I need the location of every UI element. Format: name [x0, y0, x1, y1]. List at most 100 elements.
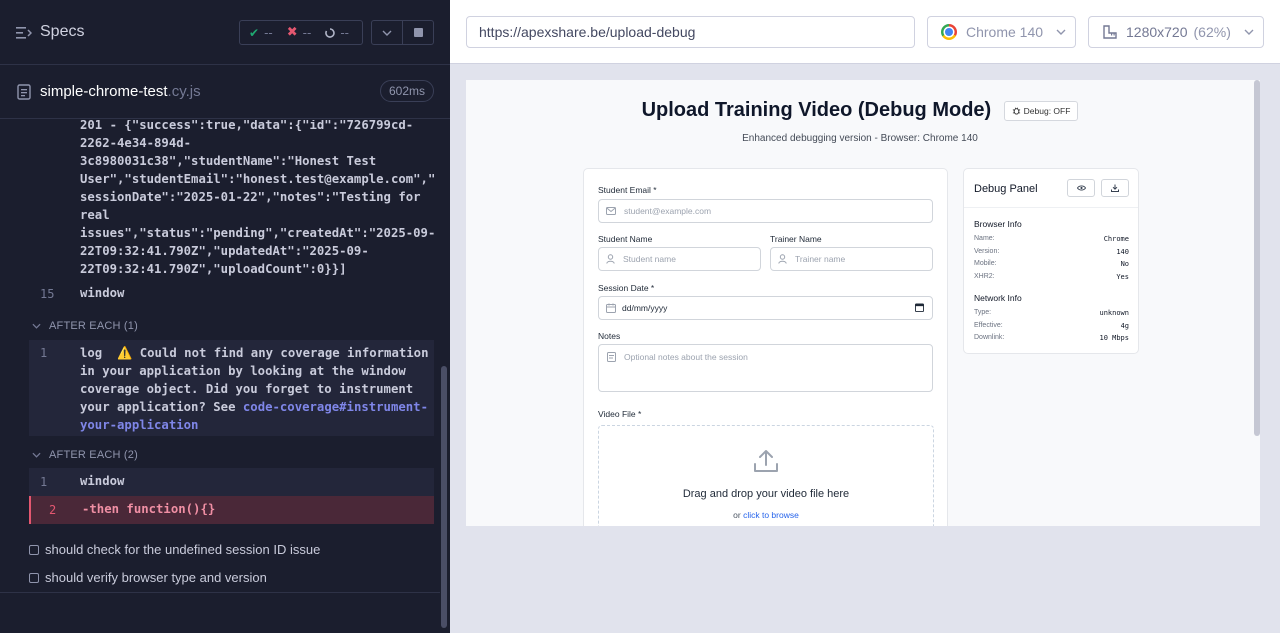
- command-row[interactable]: 1 log ⚠️ Could not find any coverage inf…: [29, 340, 434, 436]
- line-number: 15: [40, 287, 55, 301]
- output-line: 22T09:32:41.790Z","updatedAt":"2025-09-: [80, 244, 369, 258]
- ruler-icon: [1103, 25, 1117, 39]
- options-dropdown-button[interactable]: [371, 20, 403, 45]
- section-title: AFTER EACH (2): [49, 449, 138, 461]
- chevron-down-icon: [1056, 29, 1066, 35]
- debug-toggle-button[interactable]: Debug: OFF: [1003, 100, 1079, 121]
- calendar-icon: [606, 303, 616, 313]
- video-drop-zone[interactable]: Drag and drop your video file here or cl…: [598, 425, 934, 526]
- output-line: 2262-4e34-894d-: [80, 136, 192, 150]
- info-row: Version: 140: [974, 248, 1129, 256]
- eye-icon: [1076, 185, 1086, 191]
- section-title: AFTER EACH (1): [49, 320, 138, 332]
- spinner-icon: [325, 27, 336, 38]
- message-line: your application? See: [80, 400, 236, 414]
- viewport-selector[interactable]: 1280x720 (62%): [1088, 16, 1264, 48]
- info-row: Type: unknown: [974, 309, 1129, 317]
- response-output: 201 - {"success":true,"data":{"id":"7267…: [80, 120, 436, 278]
- file-icon: [17, 84, 31, 100]
- trainer-name-label: Trainer Name: [770, 234, 822, 244]
- info-row: XHR2: Yes: [974, 273, 1129, 281]
- output-line: 22T09:32:41.790Z","uploadCount":0}}]: [80, 262, 347, 276]
- debug-panel-header: Debug Panel: [964, 169, 1138, 208]
- mail-icon: [606, 207, 616, 215]
- after-each-2-header[interactable]: AFTER EACH (2): [29, 441, 434, 469]
- test-stats: ✔ -- ✖ -- --: [239, 20, 363, 45]
- email-placeholder: student@example.com: [624, 206, 712, 216]
- date-picker-icon[interactable]: [915, 302, 924, 314]
- chrome-icon: [941, 24, 957, 40]
- failed-count: --: [302, 25, 312, 40]
- user-icon: [606, 254, 615, 264]
- command-name: window: [80, 474, 125, 488]
- command-row[interactable]: 15 window: [29, 280, 434, 308]
- link-line: code-coverage#instrument-: [242, 400, 428, 414]
- aut-header: https://apexshare.be/upload-debug Chrome…: [450, 0, 1280, 64]
- zoom-level: (62%): [1193, 24, 1231, 40]
- specs-menu-icon[interactable]: [16, 26, 32, 40]
- student-name-field[interactable]: Student name: [598, 247, 761, 271]
- email-field[interactable]: student@example.com: [598, 199, 933, 223]
- command-name: -then function(){}: [82, 502, 216, 516]
- debug-panel: Debug Panel Browser Info Name: Chrome Vers…: [963, 168, 1139, 354]
- specs-header: Specs ✔ -- ✖ -- --: [0, 0, 450, 65]
- drop-zone-subtext: or click to browse: [599, 510, 933, 520]
- test-item[interactable]: should verify browser type and version: [29, 570, 267, 585]
- browser-selector[interactable]: Chrome 140: [927, 16, 1076, 48]
- message-line: Could not find any coverage information: [139, 346, 429, 360]
- test-item[interactable]: should check for the undefined session I…: [29, 542, 320, 557]
- viewport-size: 1280x720: [1126, 24, 1188, 40]
- stop-icon: [413, 28, 423, 37]
- or-text: or: [733, 510, 741, 520]
- notes-placeholder: Optional notes about the session: [624, 352, 748, 362]
- line-number: 1: [40, 475, 48, 489]
- passed-stat: ✔ --: [249, 26, 273, 40]
- session-date-label: Session Date *: [598, 283, 655, 293]
- url-bar[interactable]: https://apexshare.be/upload-debug: [466, 16, 915, 48]
- trainer-name-placeholder: Trainer name: [795, 254, 846, 264]
- download-logs-button[interactable]: [1101, 179, 1129, 197]
- spec-file-basename: simple-chrome-test: [40, 83, 168, 100]
- trainer-name-field[interactable]: Trainer name: [770, 247, 933, 271]
- check-icon: ✔: [249, 25, 260, 40]
- pending-stat: --: [325, 26, 349, 40]
- info-value: 140: [1116, 247, 1129, 256]
- info-key: Downlink:: [974, 334, 1005, 341]
- command-log-scrollbar[interactable]: [441, 366, 447, 628]
- info-key: Type:: [974, 309, 992, 316]
- toggle-visibility-button[interactable]: [1067, 179, 1095, 197]
- line-number: 2: [49, 503, 57, 517]
- drop-zone-title: Drag and drop your video file here: [682, 488, 850, 500]
- spec-file-header: simple-chrome-test.cy.js 602ms: [0, 65, 450, 119]
- student-name-label: Student Name: [598, 234, 653, 244]
- upload-form: Student Email * student@example.com Stud…: [583, 168, 948, 526]
- after-each-1-header[interactable]: AFTER EACH (1): [29, 312, 434, 340]
- browse-link[interactable]: click to browse: [743, 510, 799, 520]
- output-line: 3c8980031c38","studentName":"Honest Test: [80, 154, 377, 168]
- message-line: in your application by looking at the wi…: [80, 364, 406, 378]
- link-line: your-application: [80, 418, 199, 432]
- output-line: issues","status":"pending","createdAt":"…: [80, 226, 436, 240]
- divider: [0, 592, 440, 593]
- browser-name: Chrome 140: [966, 24, 1044, 40]
- browser-info-title: Browser Info: [974, 219, 1022, 229]
- app-viewport: Upload Training Video (Debug Mode) Debug…: [466, 80, 1260, 526]
- command-row[interactable]: 1 window: [29, 468, 434, 496]
- page-title: Upload Training Video (Debug Mode): [641, 99, 992, 121]
- info-row: Name: Chrome: [974, 235, 1129, 243]
- failed-command-row[interactable]: 2 -then function(){}: [29, 496, 434, 524]
- notes-textarea[interactable]: Optional notes about the session: [598, 344, 933, 392]
- app-scrollbar[interactable]: [1254, 80, 1260, 436]
- info-value: 10 Mbps: [1099, 334, 1129, 342]
- video-file-label: Video File *: [598, 409, 642, 419]
- passed-count: --: [264, 25, 273, 40]
- session-date-field[interactable]: dd/mm/yyyy: [598, 296, 933, 320]
- aut-browser-area: https://apexshare.be/upload-debug Chrome…: [450, 0, 1280, 633]
- specs-title[interactable]: Specs: [40, 23, 84, 41]
- info-row: Downlink: 10 Mbps: [974, 334, 1129, 342]
- stop-button[interactable]: [402, 20, 434, 45]
- info-key: Version:: [974, 247, 1000, 255]
- notes-label: Notes: [598, 331, 621, 341]
- app-header: Upload Training Video (Debug Mode) Debug…: [466, 99, 1254, 122]
- chevron-down-icon: [382, 30, 392, 36]
